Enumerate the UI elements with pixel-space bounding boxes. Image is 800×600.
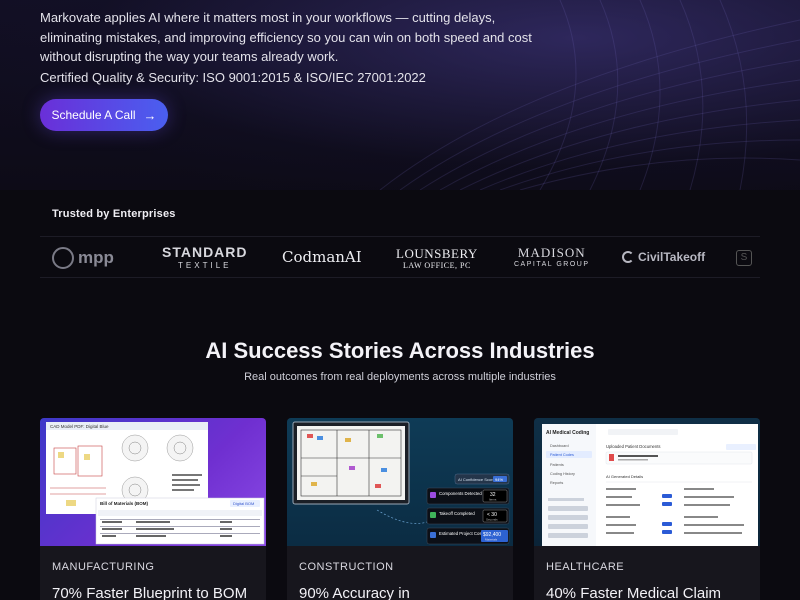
row-label-1: Takeoff Completed <box>439 511 475 516</box>
trusted-title: Trusted by Enterprises <box>52 208 176 220</box>
logo-standard-textile: STANDARD TEXTILE <box>162 244 248 272</box>
card-headline: 90% Accuracy in <box>299 585 410 600</box>
partial-logo-icon: S <box>736 250 752 266</box>
arrow-right-icon: → <box>143 107 157 123</box>
globe-icon <box>52 247 74 269</box>
nav-item-3: Coding History <box>550 472 575 476</box>
card-headline: 40% Faster Medical Claim <box>546 585 722 600</box>
logo-standard-sub: TEXTILE <box>178 261 232 270</box>
blueprint-doc-title: CAD Model PDF: Digital Blue <box>50 424 109 429</box>
logo-mpp: mpp <box>52 247 114 269</box>
logo-standard-main: STANDARD <box>162 244 248 260</box>
nav-item-1: Patient Codes <box>550 453 574 457</box>
row-unit-0: Items <box>489 498 497 502</box>
bom-table-title: Bill of Materials (BOM) <box>100 501 149 506</box>
stories-subtitle: Real outcomes from real deployments acro… <box>244 371 556 383</box>
civil-mark-icon <box>622 251 634 263</box>
ai-score-label: AI Confidence Score <box>458 477 495 482</box>
bom-badge: Digital BOM <box>233 501 254 506</box>
row-unit-2: Materials <box>485 538 498 542</box>
card-industry: MANUFACTURING <box>52 561 155 573</box>
logo-lounsbery-sub: LAW OFFICE, PC <box>403 261 471 270</box>
medical-app-title: AI Medical Coding <box>546 430 589 436</box>
card-industry: CONSTRUCTION <box>299 561 394 573</box>
nav-item-4: Reports <box>550 481 563 485</box>
healthcare-thumbnail: AI Medical Coding Dashboard Patient Code… <box>534 418 760 546</box>
stories-title: AI Success Stories Across Industries <box>205 338 595 363</box>
hero-description: Markovate applies AI where it matters mo… <box>40 10 532 64</box>
nav-item-0: Dashboard <box>550 444 569 448</box>
logo-lounsbery: LOUNSBERY LAW OFFICE, PC <box>396 246 478 272</box>
card-industry: HEALTHCARE <box>546 561 625 573</box>
logo-lounsbery-main: LOUNSBERY <box>396 246 478 261</box>
row-unit-1: Seconds <box>486 518 498 522</box>
story-card-healthcare[interactable]: AI Medical Coding Dashboard Patient Code… <box>534 418 760 600</box>
row-label-2: Estimated Project Cost <box>439 531 484 536</box>
client-logo-strip: mpp STANDARD TEXTILE CodmanAI LOUNSBERY … <box>40 236 760 278</box>
logo-madison-main: MADISON <box>517 245 586 260</box>
row-label-0: Components Detected <box>439 491 482 496</box>
uploaded-docs-label: Uploaded Patient Documents <box>606 444 660 449</box>
schedule-call-button[interactable]: Schedule A Call → <box>40 99 168 131</box>
certification-text: Certified Quality & Security: ISO 9001:2… <box>40 70 426 85</box>
construction-thumbnail: AI Confidence Score 94% Components Detec… <box>287 418 513 546</box>
logo-codman: CodmanAI <box>282 248 362 266</box>
story-card-construction[interactable]: AI Confidence Score 94% Components Detec… <box>287 418 513 600</box>
logo-mpp-text: mpp <box>78 248 114 267</box>
manufacturing-thumbnail: CAD Model PDF: Digital Blue Bill of Mate… <box>40 418 266 546</box>
logo-civil-text: CivilTakeoff <box>638 250 706 264</box>
logo-madison: MADISON CAPITAL GROUP <box>514 245 590 271</box>
schedule-call-label: Schedule A Call <box>51 108 136 122</box>
logo-civiltakeoff: CivilTakeoff <box>622 250 705 264</box>
ai-codes-label: AI Generated Details <box>606 474 643 479</box>
story-card-manufacturing[interactable]: CAD Model PDF: Digital Blue Bill of Mate… <box>40 418 266 600</box>
card-headline: 70% Faster Blueprint to BOM <box>52 585 248 600</box>
nav-item-2: Patients <box>550 463 564 467</box>
logo-madison-sub: CAPITAL GROUP <box>514 261 590 268</box>
ai-score-value: 94% <box>495 477 503 482</box>
